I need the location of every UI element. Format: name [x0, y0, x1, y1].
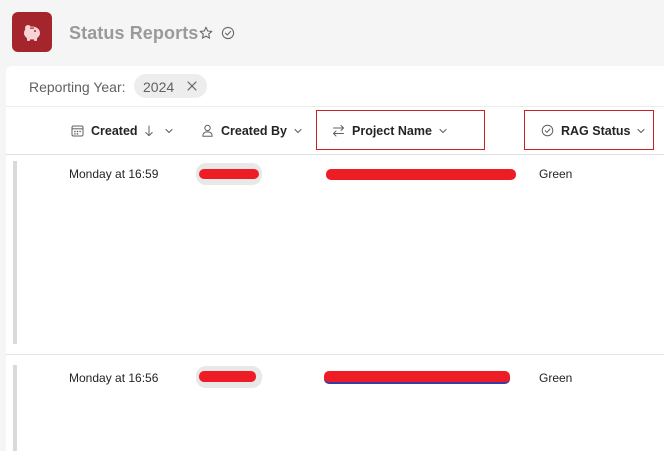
- filter-label: Reporting Year:: [29, 79, 126, 95]
- reporting-year-filter-chip[interactable]: 2024: [134, 74, 207, 98]
- chevron-down-icon: [294, 128, 302, 133]
- list-panel: Reporting Year: 2024 Created Created By …: [6, 66, 664, 451]
- created-cell: Monday at 16:56: [69, 371, 159, 385]
- column-header-created-by[interactable]: Created By: [201, 107, 303, 154]
- project-name-cell[interactable]: [326, 169, 516, 180]
- chevron-down-icon: [164, 128, 173, 133]
- filter-bar: Reporting Year: 2024: [6, 66, 664, 106]
- chevron-down-icon: [439, 128, 447, 133]
- star-icon[interactable]: [199, 26, 213, 40]
- column-label-created-by: Created By: [221, 123, 287, 138]
- rag-status-cell: Green: [539, 167, 573, 181]
- column-label-created: Created: [91, 123, 138, 138]
- app-header: Status Reports: [0, 0, 664, 66]
- app-title: Status Reports: [69, 23, 199, 43]
- table-row[interactable]: Monday at 16:56 Green: [6, 355, 664, 451]
- close-icon[interactable]: [186, 80, 198, 92]
- check-circle-icon: [541, 124, 554, 137]
- column-header-created[interactable]: Created: [71, 107, 174, 154]
- person-icon: [202, 124, 213, 137]
- project-name-cell[interactable]: [324, 371, 510, 384]
- column-header-rag-status[interactable]: RAG Status: [541, 107, 646, 154]
- rag-status-cell: Green: [539, 371, 573, 385]
- calendar-icon: [71, 125, 84, 137]
- column-label-rag-status: RAG Status: [561, 123, 631, 138]
- redaction-mark: [199, 371, 256, 382]
- chevron-down-icon: [637, 128, 646, 133]
- column-header-project-name[interactable]: Project Name: [332, 107, 448, 154]
- column-label-project-name: Project Name: [352, 123, 432, 138]
- arrow-down-icon: [144, 125, 153, 136]
- column-header-row: Created Created By Project Name RAG Stat…: [6, 106, 664, 155]
- filter-chip-value: 2024: [143, 79, 175, 95]
- row-selection-bar[interactable]: [13, 161, 17, 344]
- verified-check-icon[interactable]: [221, 26, 235, 40]
- created-cell: Monday at 16:59: [69, 167, 159, 181]
- row-selection-bar[interactable]: [13, 365, 17, 451]
- redaction-mark: [199, 169, 259, 179]
- swap-arrows-icon: [333, 125, 344, 137]
- table-row[interactable]: Monday at 16:59 Green: [6, 154, 664, 354]
- piggy-bank-icon[interactable]: [12, 12, 52, 52]
